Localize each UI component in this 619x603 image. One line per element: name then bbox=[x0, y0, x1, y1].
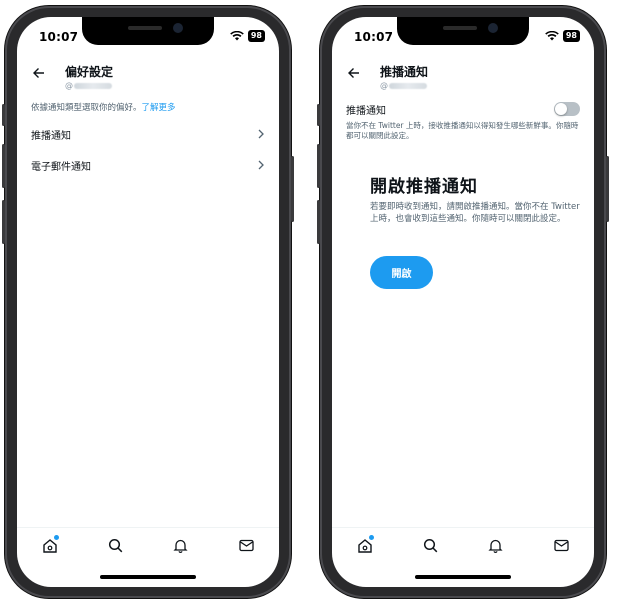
push-toggle-note: 當你不在 Twitter 上時，接收推播通知以得知發生哪些新鮮事。你隨時都可以關… bbox=[346, 121, 579, 140]
tab-home[interactable] bbox=[38, 534, 62, 558]
notification-dot bbox=[368, 534, 374, 540]
home-indicator[interactable] bbox=[100, 575, 196, 579]
home-icon bbox=[43, 538, 57, 553]
back-arrow-icon[interactable] bbox=[348, 67, 360, 79]
power-button bbox=[606, 156, 609, 222]
power-button bbox=[291, 156, 294, 222]
account-handle: @ bbox=[65, 81, 112, 90]
tab-notifications[interactable] bbox=[169, 534, 193, 558]
chevron-right-icon bbox=[258, 160, 264, 170]
phone-right: 10:07 98 推播通知 @ 推播通知 當你不在 Twitter 上時，接收推… bbox=[317, 6, 609, 598]
bell-icon bbox=[488, 539, 503, 553]
search-icon bbox=[108, 538, 123, 553]
tab-search[interactable] bbox=[103, 534, 127, 558]
page-header: 偏好設定 @ bbox=[17, 57, 279, 97]
enable-push-body: 若要即時收到通知，請開啟推播通知。當你不在 Twitter 上時，也會收到這些通… bbox=[370, 202, 580, 224]
status-bar: 10:07 98 bbox=[332, 17, 594, 53]
tab-bar bbox=[17, 527, 279, 563]
push-toggle[interactable] bbox=[554, 102, 580, 116]
account-handle: @ bbox=[380, 81, 427, 90]
toggle-knob bbox=[555, 103, 567, 115]
status-time: 10:07 bbox=[39, 30, 79, 44]
tab-bar bbox=[332, 527, 594, 563]
mail-icon bbox=[239, 539, 254, 552]
preferences-description: 依據通知類型選取你的偏好。了解更多 bbox=[31, 103, 176, 113]
tab-search[interactable] bbox=[418, 534, 442, 558]
volume-down-button bbox=[317, 200, 320, 244]
home-indicator[interactable] bbox=[415, 575, 511, 579]
screen-preferences: 10:07 98 偏好設定 @ 依據通知類型選取你的偏好。了解更多 推播通知 電… bbox=[17, 17, 279, 587]
settings-row-label: 推播通知 bbox=[31, 130, 71, 142]
settings-row-label: 電子郵件通知 bbox=[31, 161, 91, 173]
handle-redacted bbox=[74, 82, 112, 89]
volume-up-button bbox=[2, 144, 5, 188]
learn-more-link[interactable]: 了解更多 bbox=[142, 103, 176, 113]
bell-icon bbox=[173, 539, 188, 553]
wifi-icon bbox=[230, 31, 244, 41]
page-title: 偏好設定 bbox=[65, 65, 114, 79]
tab-notifications[interactable] bbox=[484, 534, 508, 558]
wifi-icon bbox=[545, 31, 559, 41]
tab-messages[interactable] bbox=[549, 534, 573, 558]
screen-push-notifications: 10:07 98 推播通知 @ 推播通知 當你不在 Twitter 上時，接收推… bbox=[332, 17, 594, 587]
page-header: 推播通知 @ bbox=[332, 57, 594, 97]
home-icon bbox=[358, 538, 372, 553]
volume-down-button bbox=[2, 200, 5, 244]
push-toggle-row: 推播通知 bbox=[346, 99, 580, 119]
tab-messages[interactable] bbox=[234, 534, 258, 558]
status-bar: 10:07 98 bbox=[17, 17, 279, 53]
search-icon bbox=[423, 538, 438, 553]
back-arrow-icon[interactable] bbox=[33, 67, 45, 79]
settings-row-email[interactable]: 電子郵件通知 bbox=[17, 150, 279, 180]
enable-push-title: 開啟推播通知 bbox=[370, 177, 478, 197]
mute-switch bbox=[317, 104, 320, 126]
enable-push-button[interactable]: 開啟 bbox=[370, 256, 433, 289]
phone-left: 10:07 98 偏好設定 @ 依據通知類型選取你的偏好。了解更多 推播通知 電… bbox=[2, 6, 294, 598]
notification-dot bbox=[53, 534, 59, 540]
chevron-right-icon bbox=[258, 129, 264, 139]
push-toggle-label: 推播通知 bbox=[346, 105, 386, 117]
settings-row-push[interactable]: 推播通知 bbox=[17, 119, 279, 149]
battery-indicator: 98 bbox=[247, 30, 265, 42]
mute-switch bbox=[2, 104, 5, 126]
tab-home[interactable] bbox=[353, 534, 377, 558]
mail-icon bbox=[554, 539, 569, 552]
status-time: 10:07 bbox=[354, 30, 394, 44]
volume-up-button bbox=[317, 144, 320, 188]
battery-indicator: 98 bbox=[562, 30, 580, 42]
page-title: 推播通知 bbox=[380, 65, 429, 79]
handle-redacted bbox=[389, 82, 427, 89]
